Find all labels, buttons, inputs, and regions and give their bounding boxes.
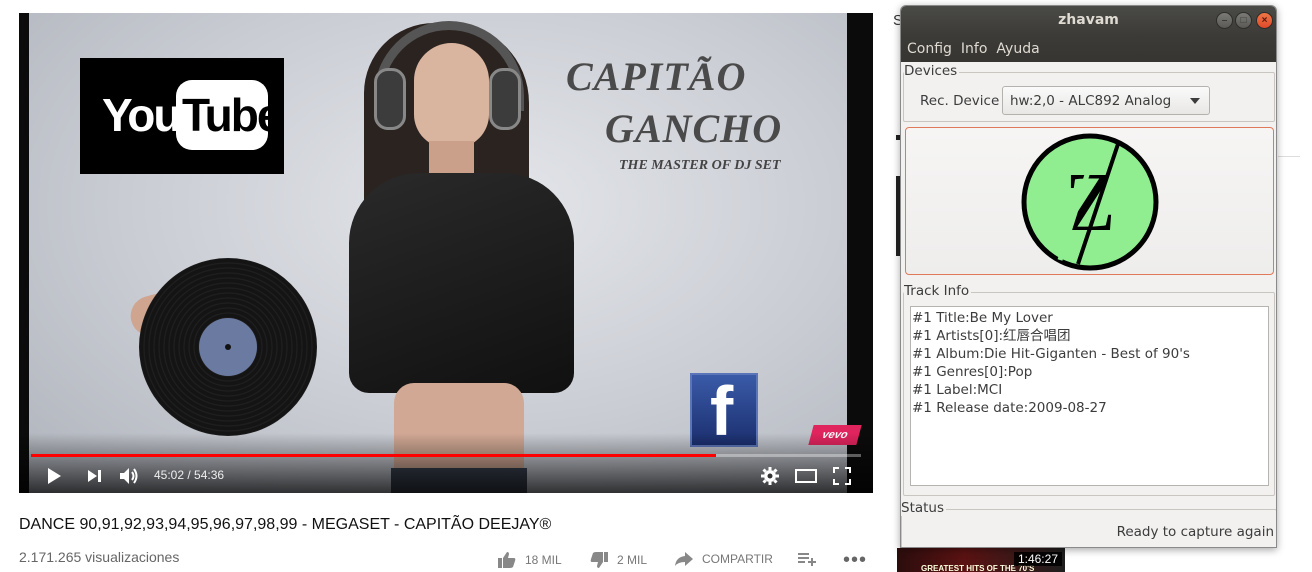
track-release-date-line: #1 Release date:2009-08-27 <box>912 400 1107 416</box>
youtube-logo-tube: Tube <box>182 89 282 141</box>
recommended-video-thumbnail[interactable]: GREATEST HITS OF THE 70'S 1:46:27 <box>897 548 1065 572</box>
skip-next-icon <box>88 470 101 482</box>
status-group-label: Status <box>901 500 947 516</box>
youtube-logo-you: You <box>102 89 181 141</box>
youtube-logo-tube-box: Tube <box>176 80 282 150</box>
playlist-add-icon <box>798 553 816 566</box>
view-count: 2.171.265 visualizaciones <box>19 549 180 565</box>
divider <box>1278 156 1300 157</box>
share-button[interactable]: COMPARTIR <box>674 551 773 567</box>
thumbs-down-icon <box>590 552 608 568</box>
dislike-count: 2 MIL <box>617 553 648 567</box>
brand-title-line2: GANCHO <box>605 106 783 151</box>
progress-bar-fill <box>31 454 716 457</box>
menubar: Config Info Ayuda <box>901 35 1276 62</box>
brand-tagline: THE MASTER OF DJ SET <box>619 158 781 173</box>
like-count: 18 MIL <box>525 553 562 567</box>
menu-info[interactable]: Info <box>961 41 988 57</box>
track-info-lines: #1 Title:Be My Lover #1 Artists[0]:红唇合唱团… <box>912 309 1190 417</box>
track-genre-line: #1 Genres[0]:Pop <box>912 364 1033 380</box>
video-player[interactable]: You Tube CAPITÃO GANCHO THE MASTER OF DJ… <box>19 13 873 493</box>
fullscreen-icon <box>833 467 851 485</box>
controls-shade <box>19 433 873 493</box>
track-title-line: #1 Title:Be My Lover <box>912 310 1053 326</box>
chevron-down-icon <box>1190 98 1200 104</box>
menu-config[interactable]: Config <box>907 41 952 57</box>
play-icon <box>48 468 61 484</box>
thumbnail-duration: 1:46:27 <box>1013 552 1062 566</box>
video-title: DANCE 90,91,92,93,94,95,96,97,98,99 - ME… <box>19 516 552 533</box>
screen: You Tube CAPITÃO GANCHO THE MASTER OF DJ… <box>0 0 1312 572</box>
dj-face <box>414 43 489 148</box>
volume-button[interactable] <box>117 465 143 487</box>
thumbs-up-icon <box>498 552 516 568</box>
volume-icon <box>120 468 138 484</box>
time-display: 45:02 / 54:36 <box>154 468 225 482</box>
rec-device-label: Rec. Device <box>920 93 1000 109</box>
devices-group-label: Devices <box>904 63 960 79</box>
close-button[interactable]: × <box>1256 12 1273 29</box>
status-text: Ready to capture again <box>1116 524 1274 540</box>
next-button[interactable] <box>83 465 109 487</box>
vinyl-record-icon <box>139 258 317 436</box>
more-options-button[interactable]: ••• <box>843 549 867 572</box>
track-artist-line: #1 Artists[0]:红唇合唱团 <box>912 328 1071 344</box>
track-info-textbox[interactable]: #1 Title:Be My Lover #1 Artists[0]:红唇合唱团… <box>910 306 1269 486</box>
maximize-button[interactable]: □ <box>1235 12 1252 29</box>
fullscreen-button[interactable] <box>831 465 857 487</box>
gear-icon <box>761 467 779 485</box>
settings-button[interactable] <box>759 465 785 487</box>
track-info-group-label: Track Info <box>904 283 972 299</box>
play-button[interactable] <box>43 465 69 487</box>
track-label-line: #1 Label:MCI <box>912 382 1003 398</box>
minimize-button[interactable]: – <box>1216 12 1233 29</box>
window-titlebar[interactable]: zhavam – □ × <box>901 6 1276 35</box>
headphone-cup-right <box>489 68 521 130</box>
theater-icon <box>795 469 817 483</box>
capture-button[interactable]: Z <box>905 127 1274 275</box>
zhavam-window: zhavam – □ × Config Info Ayuda Devices R… <box>900 5 1277 548</box>
progress-bar[interactable] <box>31 454 861 457</box>
like-button[interactable]: 18 MIL <box>497 551 562 569</box>
rec-device-select[interactable]: hw:2,0 - ALC892 Analog <box>1002 86 1210 115</box>
zhavam-logo-icon: Z <box>1021 133 1159 271</box>
vinyl-label <box>199 318 257 376</box>
menu-ayuda[interactable]: Ayuda <box>996 41 1039 57</box>
share-icon <box>675 552 693 566</box>
headphone-cup-left <box>374 68 406 130</box>
brand-title-line1: CAPITÃO <box>566 54 747 99</box>
add-to-playlist-button[interactable] <box>797 551 817 567</box>
dislike-button[interactable]: 2 MIL <box>589 551 647 569</box>
dj-jacket <box>349 173 574 393</box>
track-album-line: #1 Album:Die Hit-Giganten - Best of 90's <box>912 346 1190 362</box>
rec-device-value: hw:2,0 - ALC892 Analog <box>1010 93 1172 109</box>
youtube-logo: You Tube <box>80 58 284 174</box>
theater-mode-button[interactable] <box>794 465 820 487</box>
share-label: COMPARTIR <box>702 552 773 566</box>
